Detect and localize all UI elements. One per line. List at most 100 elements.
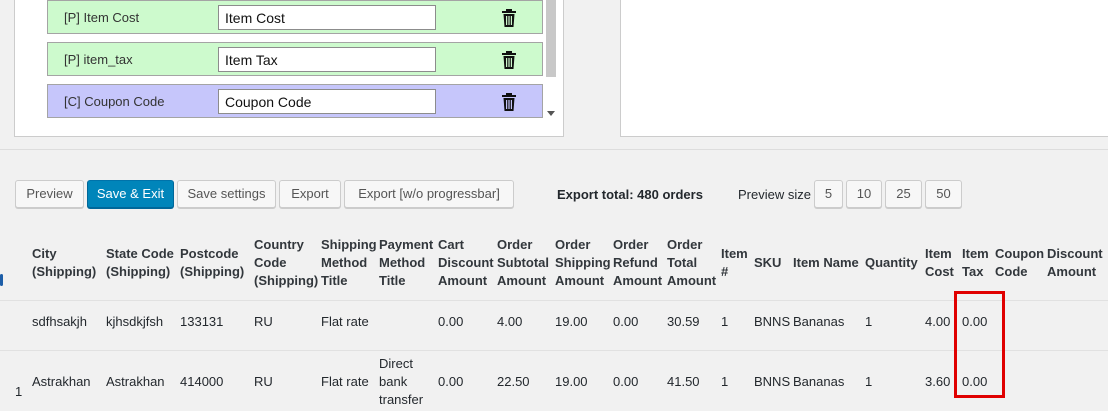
column-header: Amount [555,273,605,288]
table-cell: 0.00 [438,374,464,389]
field-title-input[interactable] [218,89,436,114]
preview-size-label: Preview size [738,187,811,202]
column-header: Amount [1047,264,1097,279]
trash-icon[interactable] [501,51,517,69]
column-header: Method [321,255,368,270]
table-cell: 1 [721,374,729,389]
export-total: Export total: 480 orders [557,187,703,202]
column-header: SKU [754,255,782,270]
table-cell: 41.50 [667,374,700,389]
preview-size-10-button[interactable]: 10 [846,180,882,208]
table-cell: 22.50 [497,374,530,389]
table-cell: transfer [379,392,424,407]
column-header: Amount [497,273,547,288]
row-number: 1 [15,384,23,399]
column-header: Method [379,255,426,270]
column-header: # [721,264,729,279]
column-header: Refund [613,255,658,270]
column-header: Total [667,255,698,270]
column-header: (Shipping) [180,264,245,279]
column-header: Code [254,255,287,270]
export-no-progressbar-button[interactable]: Export [w/o progressbar] [344,180,514,208]
field-row-item-tax[interactable]: [P] item_tax [47,42,543,76]
preview-size-5-button[interactable]: 5 [814,180,843,208]
field-row-coupon-code[interactable]: [C] Coupon Code [47,84,543,118]
table-cell: RU [254,314,273,329]
scroll-down-arrow-icon[interactable] [547,111,555,116]
column-header: Shipping [321,237,377,252]
field-title-input[interactable] [218,5,436,30]
table-cell: BNNS [754,314,791,329]
row-divider [0,300,1108,301]
column-header: Postcode [180,246,239,261]
table-cell: 133131 [180,314,224,329]
table-cell: 30.59 [667,314,700,329]
table-cell: 0.00 [613,374,639,389]
column-header: Subtotal [497,255,549,270]
column-header: Tax [962,264,984,279]
column-header: (Shipping) [254,273,319,288]
table-cell: 1 [865,374,873,389]
table-cell: Direct [379,356,413,371]
table-cell: bank [379,374,408,389]
trash-icon[interactable] [501,9,517,27]
column-header: Discount [1047,246,1103,261]
field-title-input[interactable] [218,47,436,72]
table-cell: Bananas [793,314,845,329]
field-row-item-cost[interactable]: [P] Item Cost [47,0,543,34]
column-header: Title [321,273,348,288]
column-header: Amount [438,273,488,288]
column-header: Cart [438,237,465,252]
save-settings-button[interactable]: Save settings [177,180,276,208]
table-cell: RU [254,374,273,389]
column-header: Order [497,237,533,252]
available-fields-panel [620,0,1108,137]
field-label: [C] Coupon Code [64,94,165,109]
table-cell: BNNS [754,374,791,389]
column-header: Item [962,246,989,261]
preview-button[interactable]: Preview [15,180,84,208]
table-cell: 1 [721,314,729,329]
table-cell: 3.60 [925,374,951,389]
column-header: (Shipping) [106,264,171,279]
table-cell: 0.00 [613,314,639,329]
column-header: Code [995,264,1028,279]
column-header: Country [254,237,304,252]
trash-icon[interactable] [501,93,517,111]
export-button[interactable]: Export [279,180,341,208]
table-cell: 0.00 [438,314,464,329]
clipped-column-edge [0,274,3,286]
preview-size-25-button[interactable]: 25 [885,180,922,208]
column-header: Order [667,237,703,252]
column-header: Amount [613,273,663,288]
item-tax-highlight-box [954,291,1005,398]
table-cell: Astrakhan [32,374,91,389]
divider [0,149,1108,150]
column-header: Quantity [865,255,918,270]
scrollbar-thumb[interactable] [546,0,556,77]
column-header: City [32,246,57,261]
table-cell: 414000 [180,374,224,389]
table-cell: kjhsdkjfsh [106,314,164,329]
column-header: Discount [438,255,494,270]
fields-scrollbar[interactable] [545,0,557,123]
selected-fields-list: [P] Item Cost [P] item_tax [C] Coupon Co… [47,0,545,123]
fields-panel: [P] Item Cost [P] item_tax [C] Coupon Co… [14,0,564,137]
column-header: Cost [925,264,954,279]
column-header: Shipping [555,255,611,270]
column-header: Item [925,246,952,261]
column-header: Title [379,273,406,288]
table-cell: 1 [865,314,873,329]
column-header: Amount [667,273,717,288]
column-header: Item [721,246,748,261]
table-cell: 4.00 [925,314,951,329]
table-cell: 19.00 [555,314,588,329]
column-header: Coupon [995,246,1045,261]
save-exit-button[interactable]: Save & Exit [87,180,174,208]
preview-size-50-button[interactable]: 50 [925,180,962,208]
column-header: Order [613,237,649,252]
column-header: (Shipping) [32,264,97,279]
column-header: Item Name [793,255,859,270]
table-cell: Flat rate [321,374,369,389]
table-cell: Astrakhan [106,374,165,389]
